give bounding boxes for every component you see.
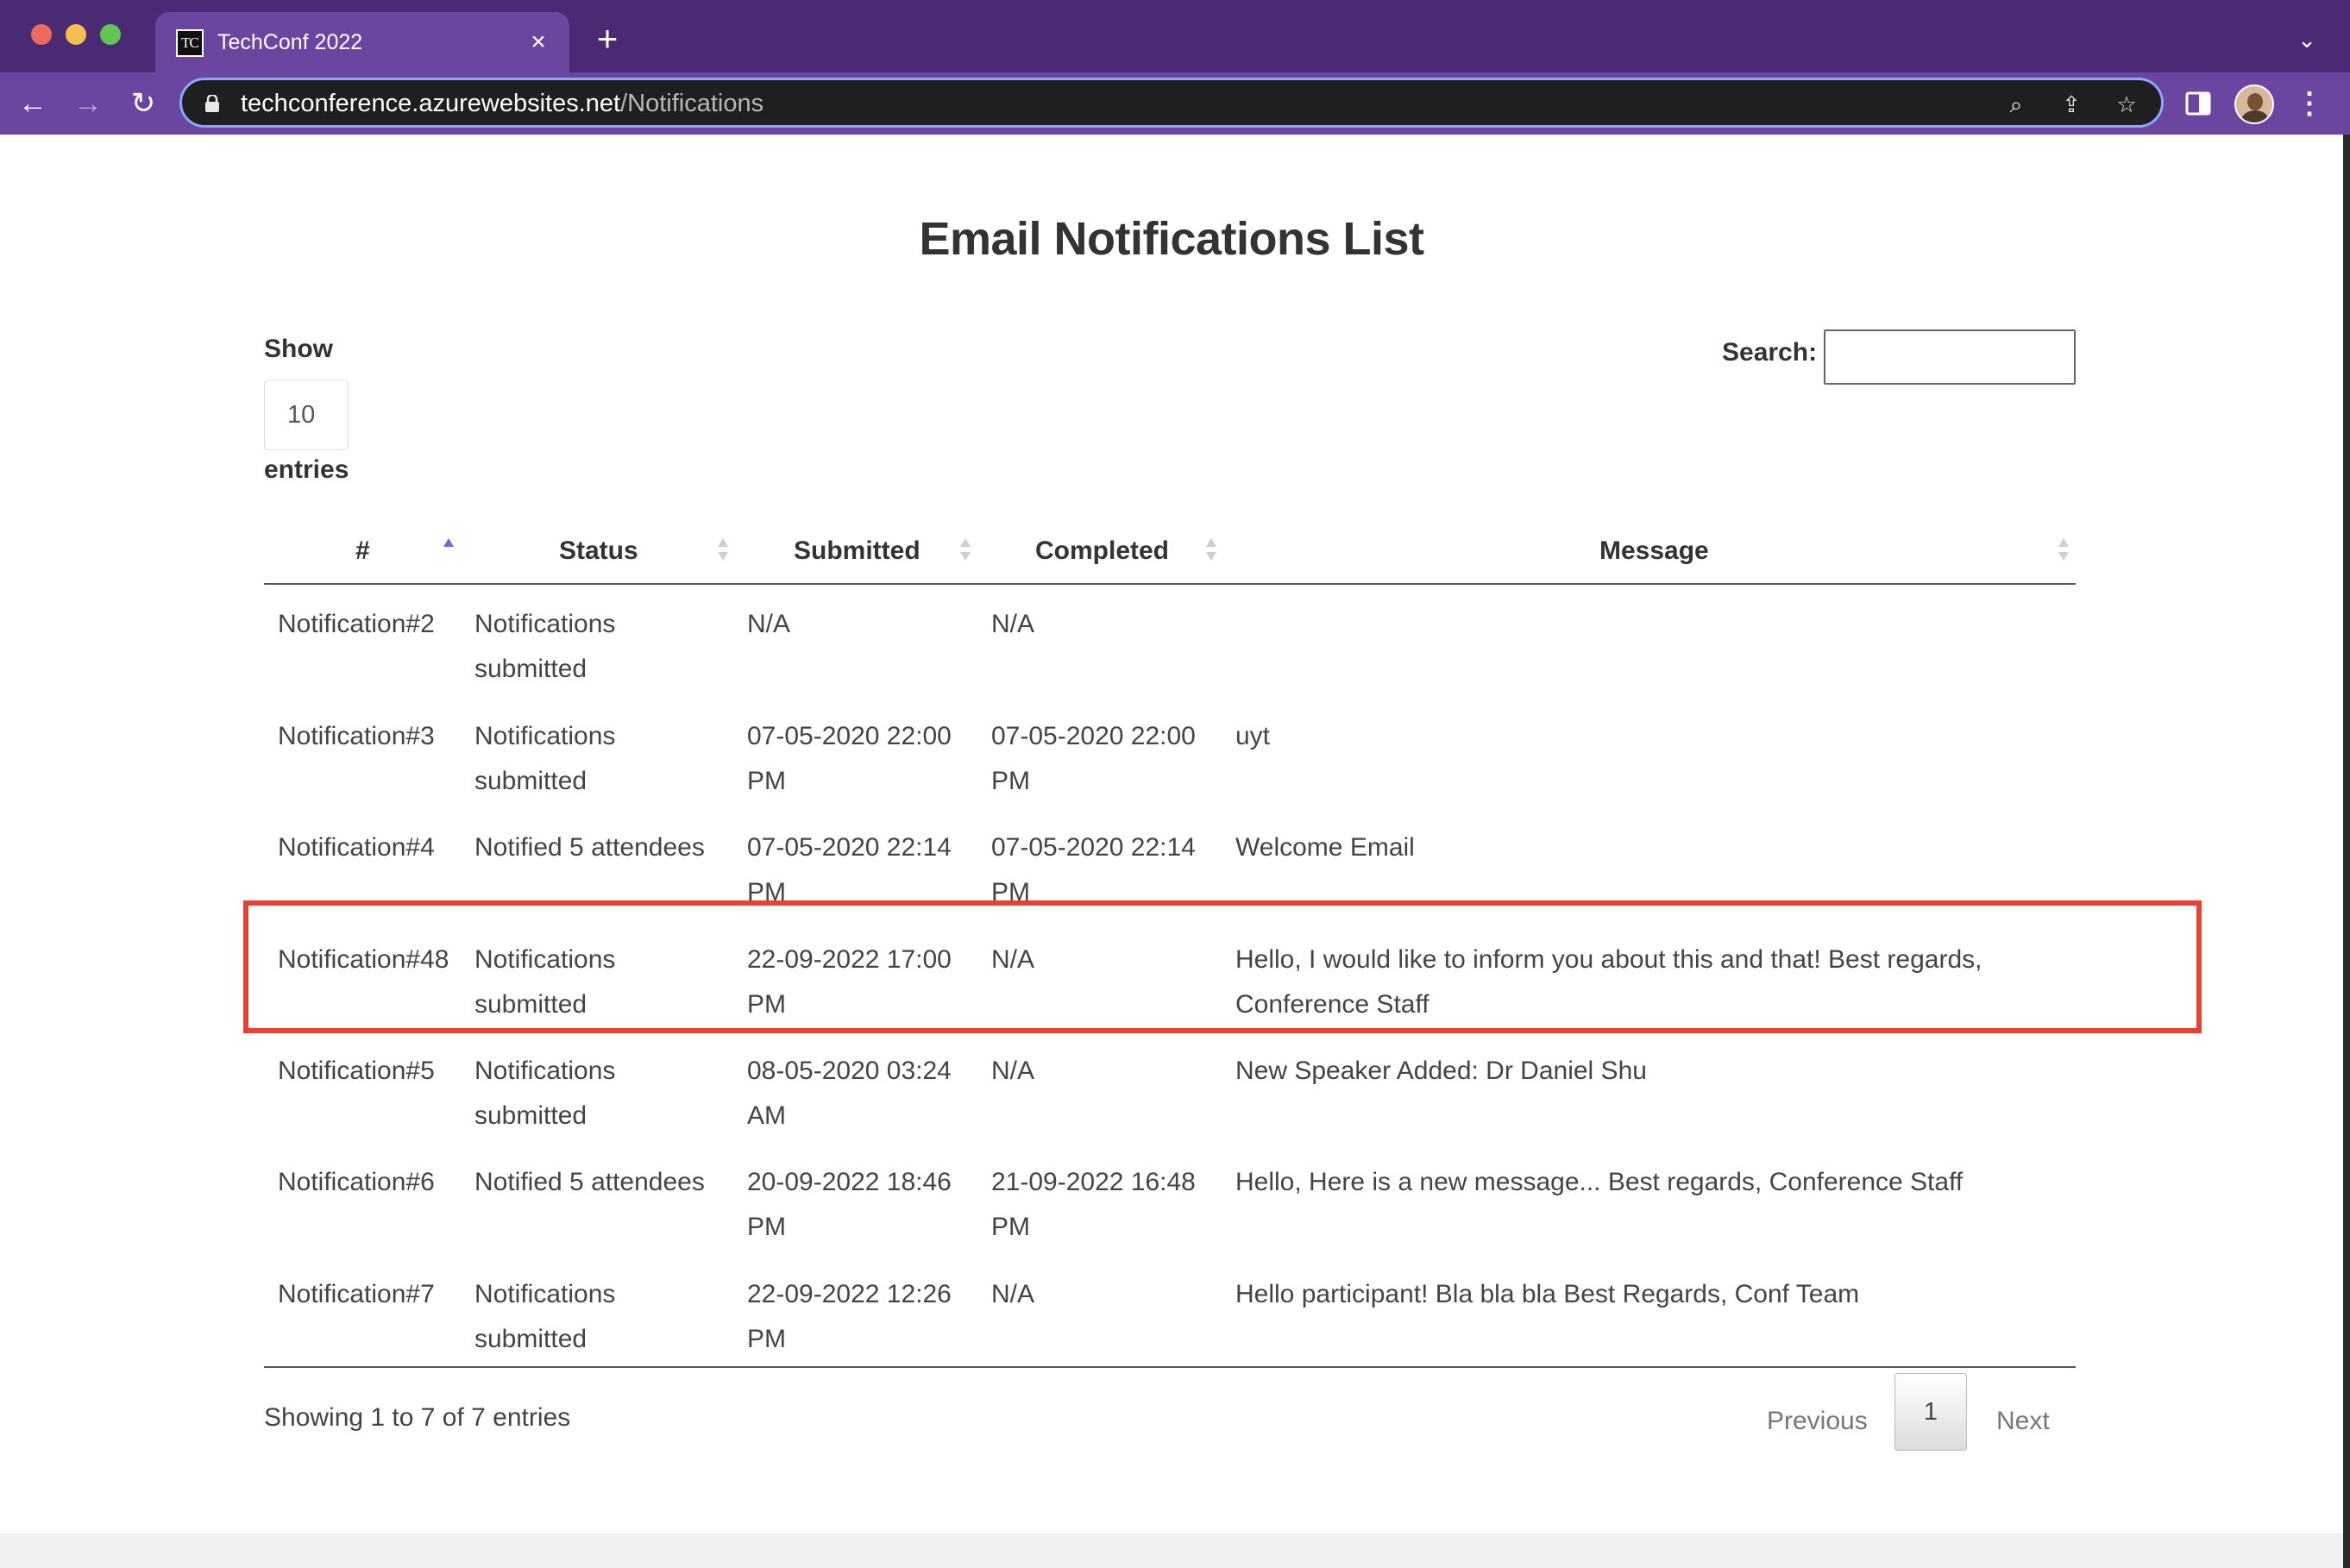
tab-search-chevron-icon[interactable]: ⌄ bbox=[2291, 24, 2322, 55]
cell-status: Notifications submitted bbox=[474, 722, 616, 795]
cell-id: Notification#5 bbox=[278, 1057, 435, 1085]
cell-completed: N/A bbox=[991, 610, 1035, 638]
cell-id: Notification#6 bbox=[278, 1168, 435, 1196]
page-1-button[interactable]: 1 bbox=[1894, 1373, 1967, 1451]
table-row: Notification#5 Notifications submitted 0… bbox=[264, 1040, 2076, 1152]
window-edge bbox=[2343, 135, 2350, 1568]
table-row: Notification#7 Notifications submitted 2… bbox=[264, 1264, 2076, 1376]
column-header-message[interactable]: Message bbox=[1599, 521, 1709, 581]
cell-message: Hello participant! Bla bla bla Best Rega… bbox=[1235, 1280, 1860, 1308]
cell-message: uyt bbox=[1235, 722, 1271, 750]
page-title: Email Notifications List bbox=[919, 213, 1424, 265]
next-page-button[interactable]: Next bbox=[1996, 1399, 2050, 1444]
browser-window: TC TechConf 2022 × + ⌄ ← → ↻ techconfere… bbox=[0, 0, 2350, 1568]
bookmark-star-icon[interactable]: ☆ bbox=[2111, 89, 2142, 120]
maximize-window-button[interactable] bbox=[100, 24, 121, 45]
highlight-annotation-box bbox=[243, 900, 2202, 1033]
cell-completed: 21-09-2022 16:48 PM bbox=[991, 1168, 1196, 1241]
reload-icon[interactable]: ↻ bbox=[124, 85, 162, 122]
cell-id: Notification#7 bbox=[278, 1280, 435, 1308]
new-tab-icon[interactable]: + bbox=[590, 21, 625, 57]
profile-avatar[interactable] bbox=[2234, 85, 2274, 124]
column-header-submitted[interactable]: Submitted bbox=[794, 521, 921, 581]
sort-both-icon bbox=[2057, 536, 2070, 566]
url-host: techconference.azurewebsites.net bbox=[241, 90, 621, 117]
address-bar[interactable]: techconference.azurewebsites.net/Notific… bbox=[179, 78, 2164, 128]
table-row: Notification#6 Notified 5 attendees 20-0… bbox=[264, 1151, 2076, 1264]
cell-status: Notified 5 attendees bbox=[474, 833, 705, 862]
cell-submitted: 08-05-2020 03:24 AM bbox=[747, 1057, 952, 1130]
minimize-window-button[interactable] bbox=[66, 24, 86, 45]
previous-page-button[interactable]: Previous bbox=[1767, 1399, 1868, 1444]
cell-message: New Speaker Added: Dr Daniel Shu bbox=[1235, 1057, 1647, 1085]
table-row: Notification#2 Notifications submitted N… bbox=[264, 593, 2076, 706]
browser-tab[interactable]: TC TechConf 2022 × bbox=[155, 12, 569, 72]
cell-status: Notifications submitted bbox=[474, 1057, 616, 1130]
close-tab-icon[interactable]: × bbox=[523, 27, 554, 58]
avatar-body bbox=[2241, 110, 2269, 122]
cell-message: Welcome Email bbox=[1235, 833, 1415, 862]
sort-both-icon bbox=[958, 536, 972, 566]
tab-title: TechConf 2022 bbox=[217, 30, 363, 54]
search-input[interactable] bbox=[1824, 329, 2076, 385]
side-panel-icon[interactable] bbox=[2183, 88, 2214, 119]
column-header-number[interactable]: # bbox=[355, 521, 370, 581]
back-arrow-icon[interactable]: ← bbox=[14, 85, 52, 122]
cell-submitted: N/A bbox=[747, 610, 791, 638]
entries-label: entries bbox=[264, 455, 349, 484]
cell-submitted: 20-09-2022 18:46 PM bbox=[747, 1168, 952, 1241]
page-bottom-band bbox=[0, 1534, 2343, 1568]
table-info: Showing 1 to 7 of 7 entries bbox=[264, 1403, 571, 1432]
share-icon[interactable]: ⇪ bbox=[2056, 89, 2087, 120]
cell-id: Notification#2 bbox=[278, 610, 435, 638]
cell-completed: N/A bbox=[991, 1280, 1035, 1308]
url-path: /Notifications bbox=[620, 90, 764, 117]
title-bar: TC TechConf 2022 × + ⌄ bbox=[0, 0, 2350, 72]
show-label: Show bbox=[264, 335, 333, 363]
sort-ascending-icon bbox=[442, 536, 456, 566]
sort-both-icon bbox=[1204, 536, 1218, 566]
table-footer-divider bbox=[264, 1366, 2076, 1368]
lock-icon bbox=[205, 95, 219, 112]
cell-id: Notification#4 bbox=[278, 833, 435, 862]
cell-message: Hello, Here is a new message... Best reg… bbox=[1235, 1168, 1964, 1196]
forward-arrow-icon[interactable]: → bbox=[69, 85, 107, 122]
url-text[interactable]: techconference.azurewebsites.net/Notific… bbox=[241, 88, 763, 119]
cell-status: Notifications submitted bbox=[474, 1280, 616, 1353]
table-header-divider bbox=[264, 583, 2076, 585]
cell-completed: N/A bbox=[991, 1057, 1035, 1085]
page-content: Email Notifications List Show 10 entries… bbox=[0, 135, 2343, 1568]
column-header-status[interactable]: Status bbox=[559, 521, 638, 581]
cell-status: Notifications submitted bbox=[474, 610, 616, 683]
column-header-completed[interactable]: Completed bbox=[1035, 521, 1169, 581]
avatar-head bbox=[2247, 93, 2263, 110]
browser-menu-icon[interactable]: ⋮ bbox=[2295, 86, 2324, 121]
browser-toolbar: ← → ↻ techconference.azurewebsites.net/N… bbox=[0, 72, 2350, 135]
cell-completed: 07-05-2020 22:00 PM bbox=[991, 722, 1196, 795]
favicon-icon: TC bbox=[176, 29, 204, 57]
cell-status: Notified 5 attendees bbox=[474, 1168, 705, 1196]
sort-both-icon bbox=[716, 536, 730, 566]
zoom-icon[interactable]: ⌕ bbox=[2001, 89, 2032, 120]
entries-per-page-select[interactable]: 10 bbox=[264, 379, 349, 450]
cell-id: Notification#3 bbox=[278, 722, 435, 750]
cell-submitted: 22-09-2022 12:26 PM bbox=[747, 1280, 952, 1353]
cell-submitted: 07-05-2020 22:00 PM bbox=[747, 722, 952, 795]
close-window-button[interactable] bbox=[31, 24, 52, 45]
search-label: Search: bbox=[1722, 338, 1818, 367]
table-row: Notification#3 Notifications submitted 0… bbox=[264, 706, 2076, 818]
